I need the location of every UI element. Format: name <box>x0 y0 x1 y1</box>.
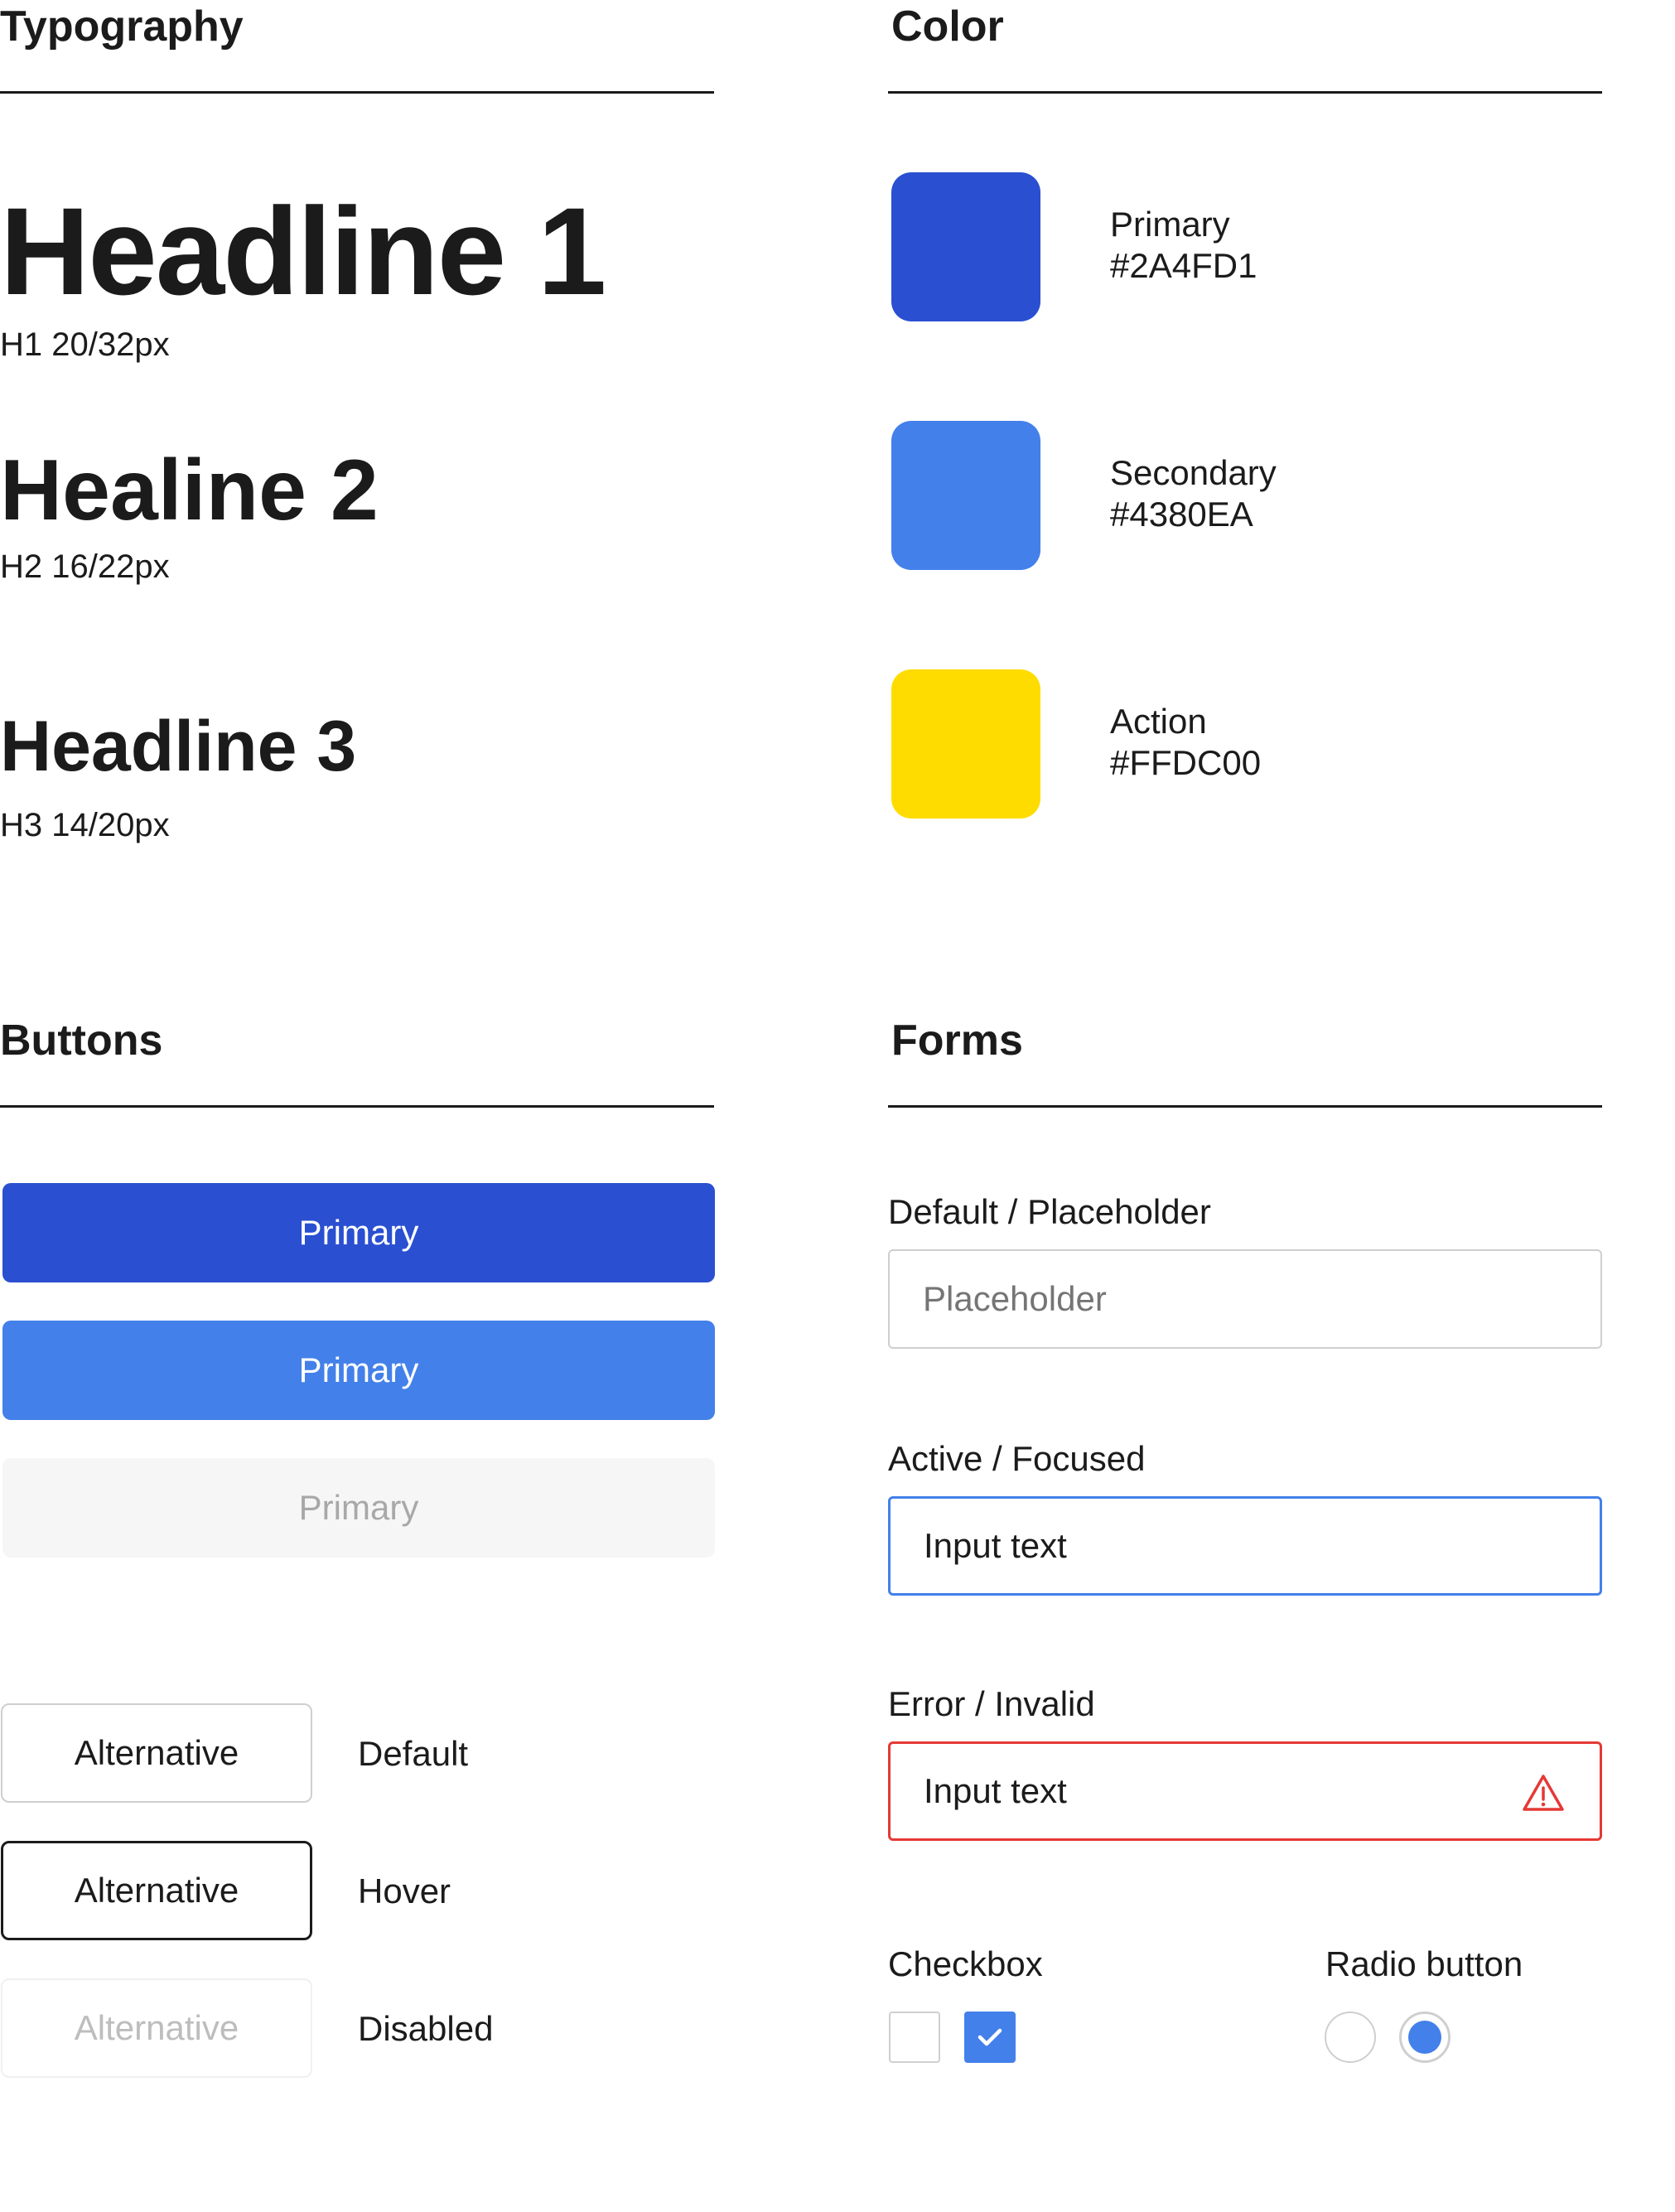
checkbox-label: Checkbox <box>888 1944 1043 1983</box>
checkmark-icon <box>977 2028 1002 2046</box>
headline-2-spec: H2 16/22px <box>0 548 170 585</box>
active-input[interactable]: Input text <box>888 1496 1602 1596</box>
active-field-label: Active / Focused <box>888 1439 1146 1478</box>
error-input[interactable]: Input text <box>888 1741 1602 1841</box>
headline-3-spec: H3 14/20px <box>0 807 170 843</box>
primary-button-hover[interactable]: Primary <box>2 1321 715 1420</box>
warning-triangle-icon <box>1522 1774 1565 1812</box>
alternative-button-hover[interactable]: Alternative <box>1 1841 312 1940</box>
alternative-default-state-label: Default <box>358 1734 469 1773</box>
primary-swatch <box>891 172 1040 321</box>
color-title: Color <box>891 2 1004 51</box>
radio-selected-dot <box>1408 2021 1441 2054</box>
radio-selected[interactable] <box>1399 2012 1451 2063</box>
active-input-value: Input text <box>924 1526 1067 1565</box>
forms-title: Forms <box>891 1017 1023 1065</box>
error-input-value: Input text <box>924 1771 1067 1810</box>
typography-title: Typography <box>0 2 244 51</box>
forms-divider <box>888 1105 1602 1108</box>
alternative-button-default[interactable]: Alternative <box>1 1703 312 1803</box>
buttons-divider <box>0 1105 714 1108</box>
alternative-button-disabled: Alternative <box>1 1978 312 2078</box>
secondary-swatch <box>891 421 1040 570</box>
primary-swatch-name: Primary <box>1110 205 1230 244</box>
buttons-title: Buttons <box>0 1017 163 1065</box>
color-divider <box>888 91 1602 94</box>
action-swatch-hex: #FFDC00 <box>1110 743 1262 782</box>
default-field-label: Default / Placeholder <box>888 1192 1211 1231</box>
secondary-swatch-hex: #4380EA <box>1110 495 1253 534</box>
action-swatch <box>891 669 1040 819</box>
default-input[interactable] <box>888 1249 1602 1349</box>
radio-unselected[interactable] <box>1325 2012 1376 2063</box>
radio-button-label: Radio button <box>1325 1944 1523 1983</box>
checkbox-checked[interactable] <box>964 2012 1016 2063</box>
typography-divider <box>0 91 714 94</box>
primary-swatch-hex: #2A4FD1 <box>1110 246 1257 285</box>
secondary-swatch-name: Secondary <box>1110 453 1277 492</box>
primary-button-disabled: Primary <box>2 1458 715 1558</box>
alternative-hover-state-label: Hover <box>358 1872 451 1910</box>
error-field-label: Error / Invalid <box>888 1684 1095 1723</box>
headline-1-sample: Headline 1 <box>0 181 606 321</box>
headline-2-sample: Healine 2 <box>0 442 379 539</box>
headline-3-sample: Headline 3 <box>0 707 357 786</box>
primary-button-default[interactable]: Primary <box>2 1183 715 1282</box>
headline-1-spec: H1 20/32px <box>0 326 170 363</box>
action-swatch-name: Action <box>1110 702 1207 741</box>
checkbox-unchecked[interactable] <box>889 2012 940 2063</box>
alternative-disabled-state-label: Disabled <box>358 2009 494 2048</box>
